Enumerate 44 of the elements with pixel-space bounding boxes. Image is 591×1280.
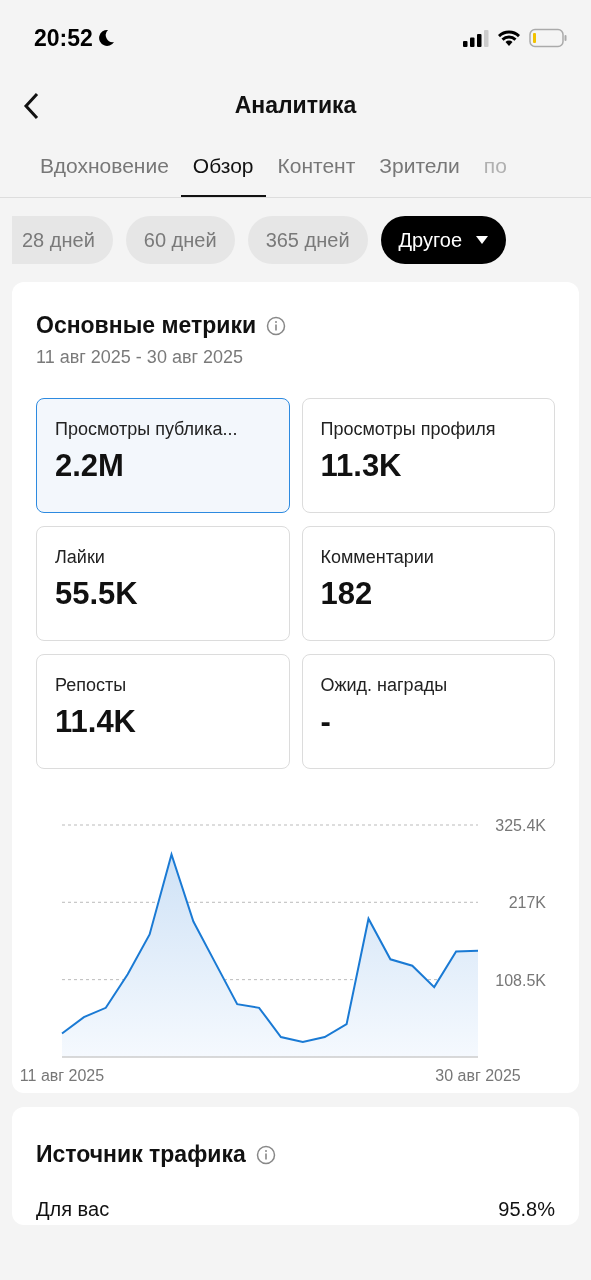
metric-label: Репосты (55, 675, 128, 696)
source-label: Для вас (36, 1198, 110, 1221)
metric-tile[interactable]: Репосты 11.4K (36, 654, 290, 769)
moon-icon (96, 29, 115, 47)
info-icon[interactable] (266, 315, 287, 336)
period-chip[interactable]: Другое (380, 216, 507, 264)
metric-label: Ожид. награды (320, 675, 449, 696)
metric-tile[interactable]: Ожид. награды - (301, 654, 555, 769)
status-time: 20:52 (34, 24, 93, 52)
tab[interactable]: Обзор (180, 134, 266, 197)
y-tick-label: 108.5K (495, 971, 546, 989)
metric-value: 11.4K (55, 704, 137, 740)
metric-tile[interactable]: Просмотры профиля 11.3K (301, 398, 555, 513)
metric-value: 55.5K (55, 576, 139, 612)
period-chip[interactable]: 365 дней (247, 216, 368, 264)
metric-label: Просмотры публика... (55, 419, 239, 440)
back-icon[interactable] (22, 92, 40, 120)
metric-label: Лайки (55, 547, 106, 568)
metric-tile[interactable]: Комментарии 182 (301, 526, 555, 641)
tab[interactable]: Контент (265, 134, 368, 197)
y-tick-label: 217K (508, 894, 546, 912)
y-tick-label: 325.4K (495, 817, 546, 834)
x-tick-label: 11 авг 2025 (19, 1067, 105, 1084)
period-chip[interactable]: 28 дней (12, 216, 113, 264)
battery-icon (529, 28, 567, 48)
metric-label: Комментарии (320, 547, 435, 568)
metric-tile[interactable]: Просмотры публика... 2.2M (36, 398, 290, 513)
metric-label: Просмотры профиля (320, 419, 497, 440)
date-range: 11 авг 2025 - 30 авг 2025 (36, 347, 245, 368)
metric-value: 182 (320, 576, 374, 612)
card-title: Основные метрики (36, 312, 257, 339)
metric-value: 11.3K (320, 448, 403, 484)
card-title: Источник трафика (36, 1141, 246, 1168)
metric-value: 2.2M (55, 448, 125, 484)
info-icon[interactable] (255, 1144, 276, 1165)
tab[interactable]: Вдохновение (28, 134, 181, 197)
metric-tile[interactable]: Лайки 55.5K (36, 526, 290, 641)
tab[interactable]: Зрители (367, 134, 472, 197)
metric-value: - (320, 704, 332, 740)
wifi-icon (497, 29, 521, 47)
source-value: 95.8% (498, 1198, 555, 1221)
x-tick-label: 30 авг 2025 (435, 1067, 521, 1084)
signal-icon (463, 29, 489, 47)
page-title: Аналитика (234, 91, 357, 119)
